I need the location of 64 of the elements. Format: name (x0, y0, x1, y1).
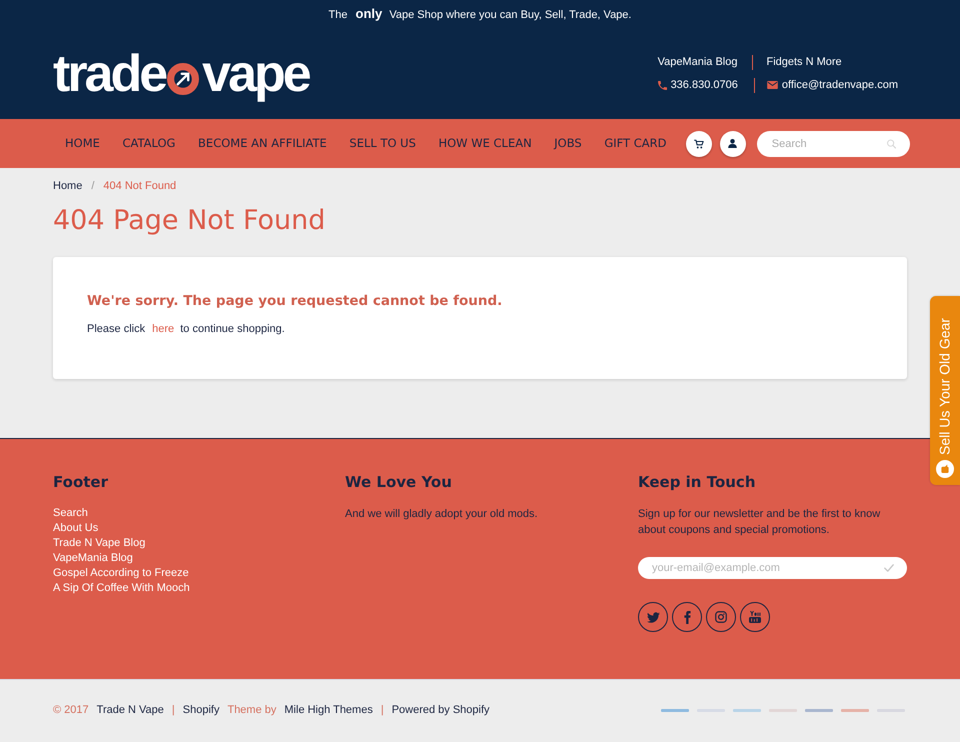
facebook-icon (684, 610, 690, 624)
page-title: 404 Page Not Found (53, 205, 326, 237)
footer-text: And we will gladly adopt your old mods. (345, 507, 539, 522)
nav-link[interactable]: SELL TO US (338, 134, 428, 152)
footer-link[interactable]: VapeMania Blog (53, 551, 133, 566)
payment-icon (805, 709, 833, 712)
check-icon[interactable] (884, 564, 894, 572)
circular-arrows-icon[interactable] (167, 62, 200, 94)
logo-text[interactable]: vape (202, 48, 309, 100)
separator-text: | (172, 703, 175, 718)
credit-link[interactable]: Trade N Vape (96, 702, 164, 719)
search-field[interactable]: Search (756, 130, 910, 156)
email-link[interactable]: office@tradenvape.com (766, 78, 898, 92)
instagram-link[interactable] (706, 602, 736, 632)
footer-link[interactable]: About Us (53, 521, 98, 536)
announcement-text: The only Vape Shop where you can Buy, Sell, Trade, Vape. (328, 5, 632, 24)
breadcrumb-current: 404 Not Found (103, 178, 176, 194)
payment-icon (733, 709, 761, 712)
credit-text: Shopify (182, 703, 220, 718)
footer-link[interactable]: Trade N Vape Blog (53, 536, 146, 551)
credit-text: © 2017 (53, 703, 89, 718)
user-icon (728, 139, 738, 148)
payment-icon (841, 709, 869, 712)
phone-link[interactable]: 336.830.0706 (658, 78, 738, 92)
footer-link[interactable]: Search (53, 506, 88, 521)
nav-link[interactable]: JOBS (542, 134, 594, 152)
breadcrumb-link[interactable]: Home (53, 178, 82, 194)
footer-link[interactable]: A Sip Of Coffee With Mooch (53, 581, 190, 596)
credit-link[interactable]: Mile High Themes (284, 702, 373, 719)
sell-gear-tab[interactable]: Sell Us Your Old Gear (930, 296, 960, 485)
twitter-link[interactable] (638, 602, 668, 632)
credit-link[interactable]: Powered by Shopify (392, 702, 490, 719)
footer-heading: Footer (53, 472, 109, 492)
notice-heading: We're sorry. The page you requested cannot be found. (87, 292, 504, 310)
payment-icon (661, 709, 689, 712)
separator-text: | (380, 703, 384, 718)
here-link[interactable]: here (152, 323, 174, 335)
instagram-icon (715, 611, 727, 623)
header-link[interactable]: Fidgets N More (766, 55, 842, 69)
email-field[interactable]: your-email@example.com (638, 557, 907, 579)
facebook-link[interactable] (672, 602, 702, 632)
nav-link[interactable]: GIFT CARD (593, 134, 678, 152)
phone-icon (658, 80, 667, 90)
logo-text[interactable]: trade (53, 48, 166, 100)
nav-link[interactable]: HOME (53, 134, 112, 152)
nav-link[interactable]: HOW WE CLEAN (427, 134, 543, 152)
twitter-icon (646, 612, 660, 622)
footer-link[interactable]: Gospel According to Freeze (53, 566, 189, 581)
cart-button[interactable] (686, 130, 712, 156)
youtube-icon (749, 611, 761, 623)
footer-heading: We Love You (345, 472, 453, 492)
header-link[interactable]: VapeMania Blog (658, 55, 738, 69)
chat-bubble-icon[interactable] (936, 460, 954, 478)
envelope-icon (766, 81, 778, 89)
continue-shopping-text: Please click here to continue shopping. (87, 322, 286, 337)
nav-link[interactable]: BECOME AN AFFILIATE (186, 134, 338, 152)
nav-link[interactable]: CATALOG (111, 134, 187, 152)
youtube-link[interactable] (740, 602, 770, 632)
cart-icon (694, 138, 704, 148)
newsletter-text: Sign up for our newsletter and be the first to know about coupons and special promotions. (638, 507, 882, 538)
footer-heading: Keep in Touch (638, 472, 757, 492)
breadcrumb-separator: / (91, 178, 94, 194)
credit-text: Theme by (227, 703, 276, 718)
account-button[interactable] (720, 130, 746, 156)
